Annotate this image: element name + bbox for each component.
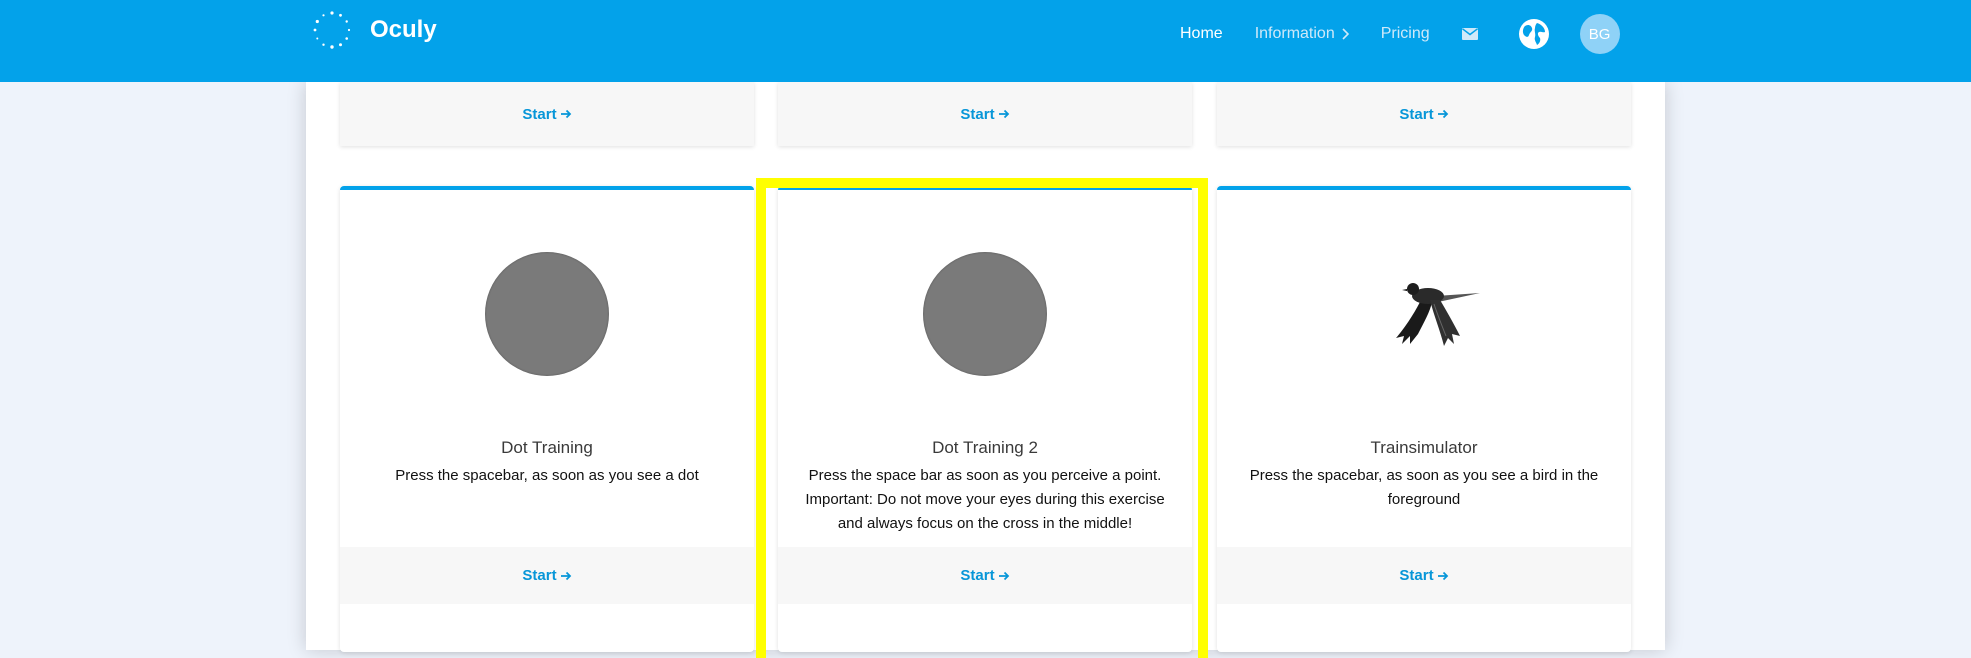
start-label: Start <box>960 105 995 123</box>
start-link[interactable]: Start <box>960 567 1009 584</box>
mail-icon[interactable] <box>1461 28 1478 40</box>
nav-information-label: Information <box>1254 25 1335 42</box>
nav-home[interactable]: Home <box>1180 25 1223 43</box>
card-description: Press the spacebar, as soon as you see a… <box>395 467 699 484</box>
card-footer: Start <box>1217 547 1631 604</box>
start-label: Start <box>1399 105 1434 123</box>
brand-name: Oculy <box>370 16 437 43</box>
chevron-right-icon <box>1342 28 1349 40</box>
gray-dot-image <box>485 252 609 376</box>
arrow-right-icon <box>1437 571 1448 580</box>
start-link[interactable]: Start <box>1399 106 1448 123</box>
card-title: Trainsimulator <box>1370 438 1478 457</box>
brand[interactable]: Oculy <box>312 10 437 50</box>
arrow-right-icon <box>1437 109 1448 119</box>
user-avatar[interactable]: BG <box>1579 14 1620 54</box>
card-title: Dot Training 2 <box>932 438 1038 457</box>
arrow-right-icon <box>560 571 571 580</box>
card-media <box>778 190 1192 438</box>
arrow-right-icon <box>998 571 1009 580</box>
start-label: Start <box>522 567 557 584</box>
card-media <box>1217 190 1631 438</box>
main-nav: Home Information Pricing BG <box>1180 14 1620 54</box>
exercise-card-dot-training: Dot Training Press the spacebar, as soon… <box>340 186 754 652</box>
gray-dot-image <box>923 252 1047 376</box>
card-description: Press the spacebar, as soon as you see a… <box>1249 467 1599 508</box>
start-label: Start <box>960 567 995 584</box>
bird-icon <box>1396 283 1480 346</box>
start-label: Start <box>1399 567 1434 584</box>
nav-pricing[interactable]: Pricing <box>1381 25 1430 43</box>
start-link[interactable]: Start <box>960 106 1009 123</box>
card-media <box>340 190 754 438</box>
exercise-card-trainsimulator: Trainsimulator Press the spacebar, as so… <box>1217 186 1631 652</box>
card-footer: Start <box>1217 82 1631 146</box>
globe-language-icon[interactable] <box>1518 18 1550 50</box>
card-footer: Start <box>778 547 1192 604</box>
exercise-card-dot-training-2: Dot Training 2 Press the space bar as so… <box>778 186 1192 652</box>
card-footer: Start <box>340 547 754 604</box>
start-link[interactable]: Start <box>522 106 571 123</box>
card-title: Dot Training <box>501 438 593 457</box>
start-link[interactable]: Start <box>522 567 571 584</box>
start-link[interactable]: Start <box>1399 567 1448 584</box>
card-footer: Start <box>778 82 1192 146</box>
start-label: Start <box>522 105 557 123</box>
arrow-right-icon <box>560 109 571 119</box>
oculy-logo-icon <box>313 11 351 49</box>
card-footer: Start <box>340 82 754 146</box>
arrow-right-icon <box>998 109 1009 119</box>
nav-information[interactable]: Information <box>1255 25 1349 43</box>
card-description: Press the space bar as soon as you perce… <box>805 467 1165 532</box>
top-navbar: Oculy Home Information Pricing BG <box>0 0 1971 82</box>
